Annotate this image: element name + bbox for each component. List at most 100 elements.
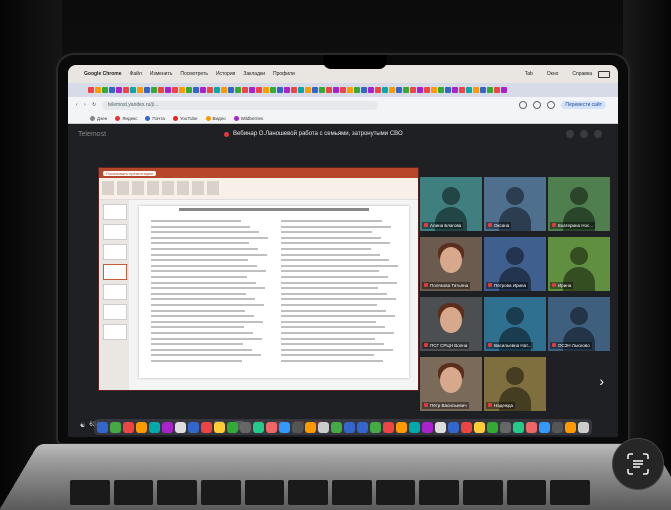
forward-icon[interactable]: › [84, 102, 86, 108]
tab-favicon[interactable] [165, 87, 171, 93]
tab-favicon[interactable] [137, 87, 143, 93]
tab-favicon[interactable] [361, 87, 367, 93]
dock-app-icon[interactable] [565, 421, 576, 433]
tab-favicon[interactable] [277, 87, 283, 93]
participant-tile[interactable]: Оксана [484, 177, 546, 231]
tab-favicon[interactable] [221, 87, 227, 93]
dock-app-icon[interactable] [357, 421, 368, 433]
slide-thumbnail[interactable] [103, 324, 127, 340]
tab-favicon[interactable] [186, 87, 192, 93]
menu-item[interactable]: Окно [547, 71, 559, 77]
dock-app-icon[interactable] [279, 421, 290, 433]
participant-tile[interactable]: Надежда [484, 357, 546, 411]
slide-thumbnail[interactable] [103, 244, 127, 260]
app-menu[interactable]: Google Chrome [84, 71, 122, 77]
tab-favicon[interactable] [151, 87, 157, 93]
slide-thumbnail[interactable] [103, 284, 127, 300]
participant-tile[interactable]: ОСЗН Лысково [548, 297, 610, 351]
menu-item[interactable]: Посмотреть [180, 71, 208, 77]
menu-item[interactable]: Файл [130, 71, 142, 77]
menu-item[interactable]: Справка [572, 71, 592, 77]
tab-favicon[interactable] [249, 87, 255, 93]
menu-item[interactable]: Tab [525, 71, 533, 77]
participant-tile[interactable]: Петрова Ирина [484, 237, 546, 291]
tab-favicon[interactable] [480, 87, 486, 93]
participant-tile[interactable]: Полякова Татьяна [420, 237, 482, 291]
tab-favicon[interactable] [347, 87, 353, 93]
dock-app-icon[interactable] [162, 421, 173, 433]
dock-app-icon[interactable] [253, 421, 264, 433]
star-icon[interactable] [533, 101, 542, 109]
tab-favicon[interactable] [382, 87, 388, 93]
dock-app-icon[interactable] [97, 421, 108, 433]
dock-app-icon[interactable] [123, 421, 134, 433]
dock-app-icon[interactable] [227, 421, 238, 433]
tab-favicon[interactable] [473, 87, 479, 93]
tab-favicon[interactable] [396, 87, 402, 93]
tab-favicon[interactable] [228, 87, 234, 93]
dock-app-icon[interactable] [513, 421, 524, 433]
dock-app-icon[interactable] [500, 421, 511, 433]
dock-app-icon[interactable] [136, 421, 147, 433]
ribbon-button[interactable] [207, 181, 219, 195]
battery-icon[interactable] [598, 70, 610, 78]
tab-favicon[interactable] [326, 87, 332, 93]
tab-favicon[interactable] [417, 87, 423, 93]
tab-favicon[interactable] [445, 87, 451, 93]
tab-favicon[interactable] [424, 87, 430, 93]
ribbon-button[interactable] [192, 181, 204, 195]
tab-favicon[interactable] [116, 87, 122, 93]
tab-favicon[interactable] [193, 87, 199, 93]
tab-favicon[interactable] [158, 87, 164, 93]
ribbon-button[interactable] [147, 181, 159, 195]
settings-icon[interactable] [566, 130, 574, 138]
menu-item[interactable]: Изменить [150, 71, 173, 77]
menu-item[interactable]: История [216, 71, 235, 77]
dock-app-icon[interactable] [552, 421, 563, 433]
participant-tile[interactable]: Пётр Васильевич [420, 357, 482, 411]
bookmark[interactable]: Почта [145, 115, 165, 121]
bookmark[interactable]: Видео [205, 115, 226, 121]
tab-favicon[interactable] [438, 87, 444, 93]
tab-favicon[interactable] [452, 87, 458, 93]
dock-app-icon[interactable] [461, 421, 472, 433]
dock-app-icon[interactable] [201, 421, 212, 433]
tab-favicon[interactable] [214, 87, 220, 93]
tab-favicon[interactable] [263, 87, 269, 93]
extension-icon[interactable] [519, 101, 528, 109]
ribbon-button[interactable] [102, 181, 114, 195]
profile-icon[interactable] [547, 101, 556, 109]
menu-item[interactable]: Профили [273, 71, 295, 77]
dock-app-icon[interactable] [188, 421, 199, 433]
participant-tile[interactable]: Алина Благова [420, 177, 482, 231]
bookmark[interactable]: YouTube [172, 115, 198, 121]
ribbon-button[interactable] [117, 181, 129, 195]
participant-tile[interactable]: Ирина [548, 237, 610, 291]
tab-favicon[interactable] [368, 87, 374, 93]
dock-app-icon[interactable] [214, 421, 225, 433]
participant-tile[interactable]: Васильевна Нат... [484, 297, 546, 351]
tab-favicon[interactable] [459, 87, 465, 93]
tab-favicon[interactable] [501, 87, 507, 93]
tab-favicon[interactable] [270, 87, 276, 93]
tab-favicons[interactable] [88, 87, 507, 93]
dock-app-icon[interactable] [422, 421, 433, 433]
dock-app-icon[interactable] [331, 421, 342, 433]
dock-app-icon[interactable] [110, 421, 121, 433]
tab-favicon[interactable] [431, 87, 437, 93]
tab-favicon[interactable] [389, 87, 395, 93]
tab-favicon[interactable] [340, 87, 346, 93]
slide-thumbnail[interactable] [103, 264, 127, 280]
slide-thumbnail[interactable] [103, 204, 127, 220]
tab-favicon[interactable] [284, 87, 290, 93]
participant-tile[interactable]: ПСГ СРЦН Волна [420, 297, 482, 351]
tab-favicon[interactable] [144, 87, 150, 93]
dock-app-icon[interactable] [526, 421, 537, 433]
tab-favicon[interactable] [207, 87, 213, 93]
tab-favicon[interactable] [172, 87, 178, 93]
next-page-button[interactable]: › [548, 357, 610, 411]
dock-app-icon[interactable] [175, 421, 186, 433]
tab-favicon[interactable] [102, 87, 108, 93]
tab-favicon[interactable] [179, 87, 185, 93]
dock-app-icon[interactable] [487, 421, 498, 433]
